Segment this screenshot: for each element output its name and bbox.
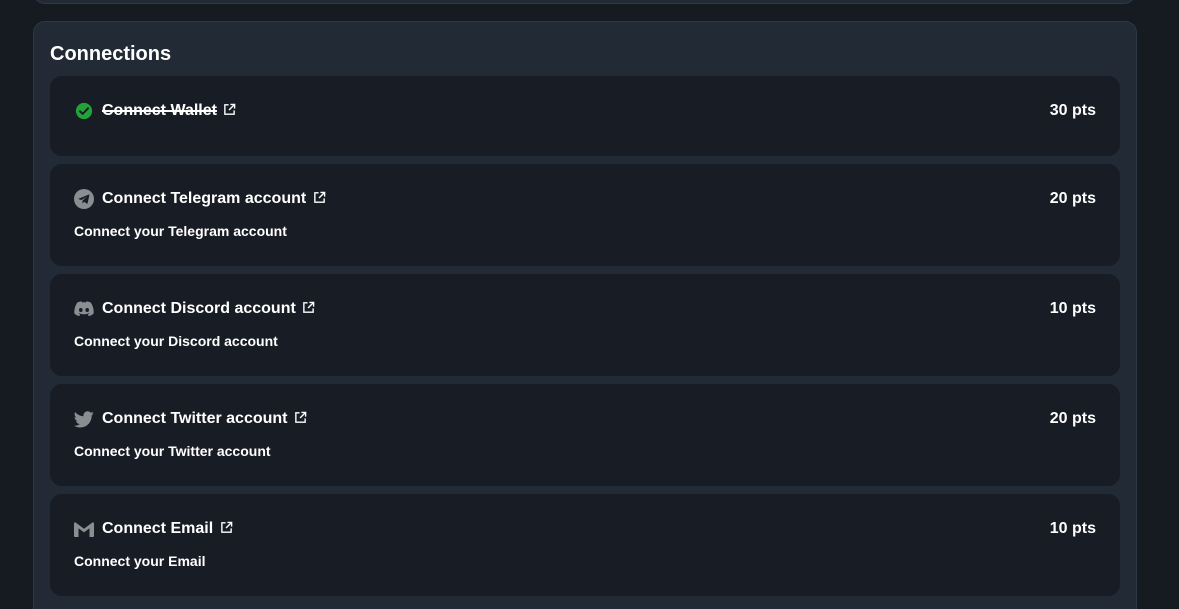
task-points: 20 pts xyxy=(1049,410,1096,427)
telegram-icon xyxy=(74,189,94,209)
external-link-icon[interactable] xyxy=(219,520,233,534)
task-points: 10 pts xyxy=(1049,520,1096,537)
task-description: Connect your Email xyxy=(74,553,206,569)
task-header: Connect Email xyxy=(74,517,233,541)
page: Connections Connect Wallet 30 pts Connec… xyxy=(0,0,1179,609)
task-card-email[interactable]: Connect Email Connect your Email 10 pts xyxy=(50,494,1120,596)
task-description: Connect your Discord account xyxy=(74,333,278,349)
task-card-telegram[interactable]: Connect Telegram account Connect your Te… xyxy=(50,164,1120,266)
task-card-wallet[interactable]: Connect Wallet 30 pts xyxy=(50,76,1120,156)
gmail-icon xyxy=(74,519,94,539)
task-points: 10 pts xyxy=(1049,300,1096,317)
task-card-discord[interactable]: Connect Discord account Connect your Dis… xyxy=(50,274,1120,376)
task-title[interactable]: Connect Twitter account xyxy=(102,410,288,428)
external-link-icon[interactable] xyxy=(312,190,326,204)
task-title[interactable]: Connect Wallet xyxy=(102,102,217,120)
section-title: Connections xyxy=(50,43,172,65)
connections-panel: Connections Connect Wallet 30 pts Connec… xyxy=(33,21,1137,609)
task-description: Connect your Telegram account xyxy=(74,223,287,239)
twitter-icon xyxy=(74,409,94,429)
external-link-icon[interactable] xyxy=(302,300,316,314)
check-circle-icon xyxy=(74,101,94,121)
task-title[interactable]: Connect Telegram account xyxy=(102,190,306,208)
task-title[interactable]: Connect Discord account xyxy=(102,300,296,318)
external-link-icon[interactable] xyxy=(223,102,237,116)
task-header: Connect Wallet xyxy=(74,99,237,123)
task-description: Connect your Twitter account xyxy=(74,443,271,459)
external-link-icon[interactable] xyxy=(294,410,308,424)
task-card-twitter[interactable]: Connect Twitter account Connect your Twi… xyxy=(50,384,1120,486)
task-points: 30 pts xyxy=(1049,102,1096,119)
task-points: 20 pts xyxy=(1049,190,1096,207)
task-header: Connect Telegram account xyxy=(74,187,326,211)
discord-icon xyxy=(74,299,94,319)
previous-panel xyxy=(33,0,1136,4)
task-title[interactable]: Connect Email xyxy=(102,520,213,538)
task-header: Connect Twitter account xyxy=(74,407,308,431)
task-header: Connect Discord account xyxy=(74,297,316,321)
